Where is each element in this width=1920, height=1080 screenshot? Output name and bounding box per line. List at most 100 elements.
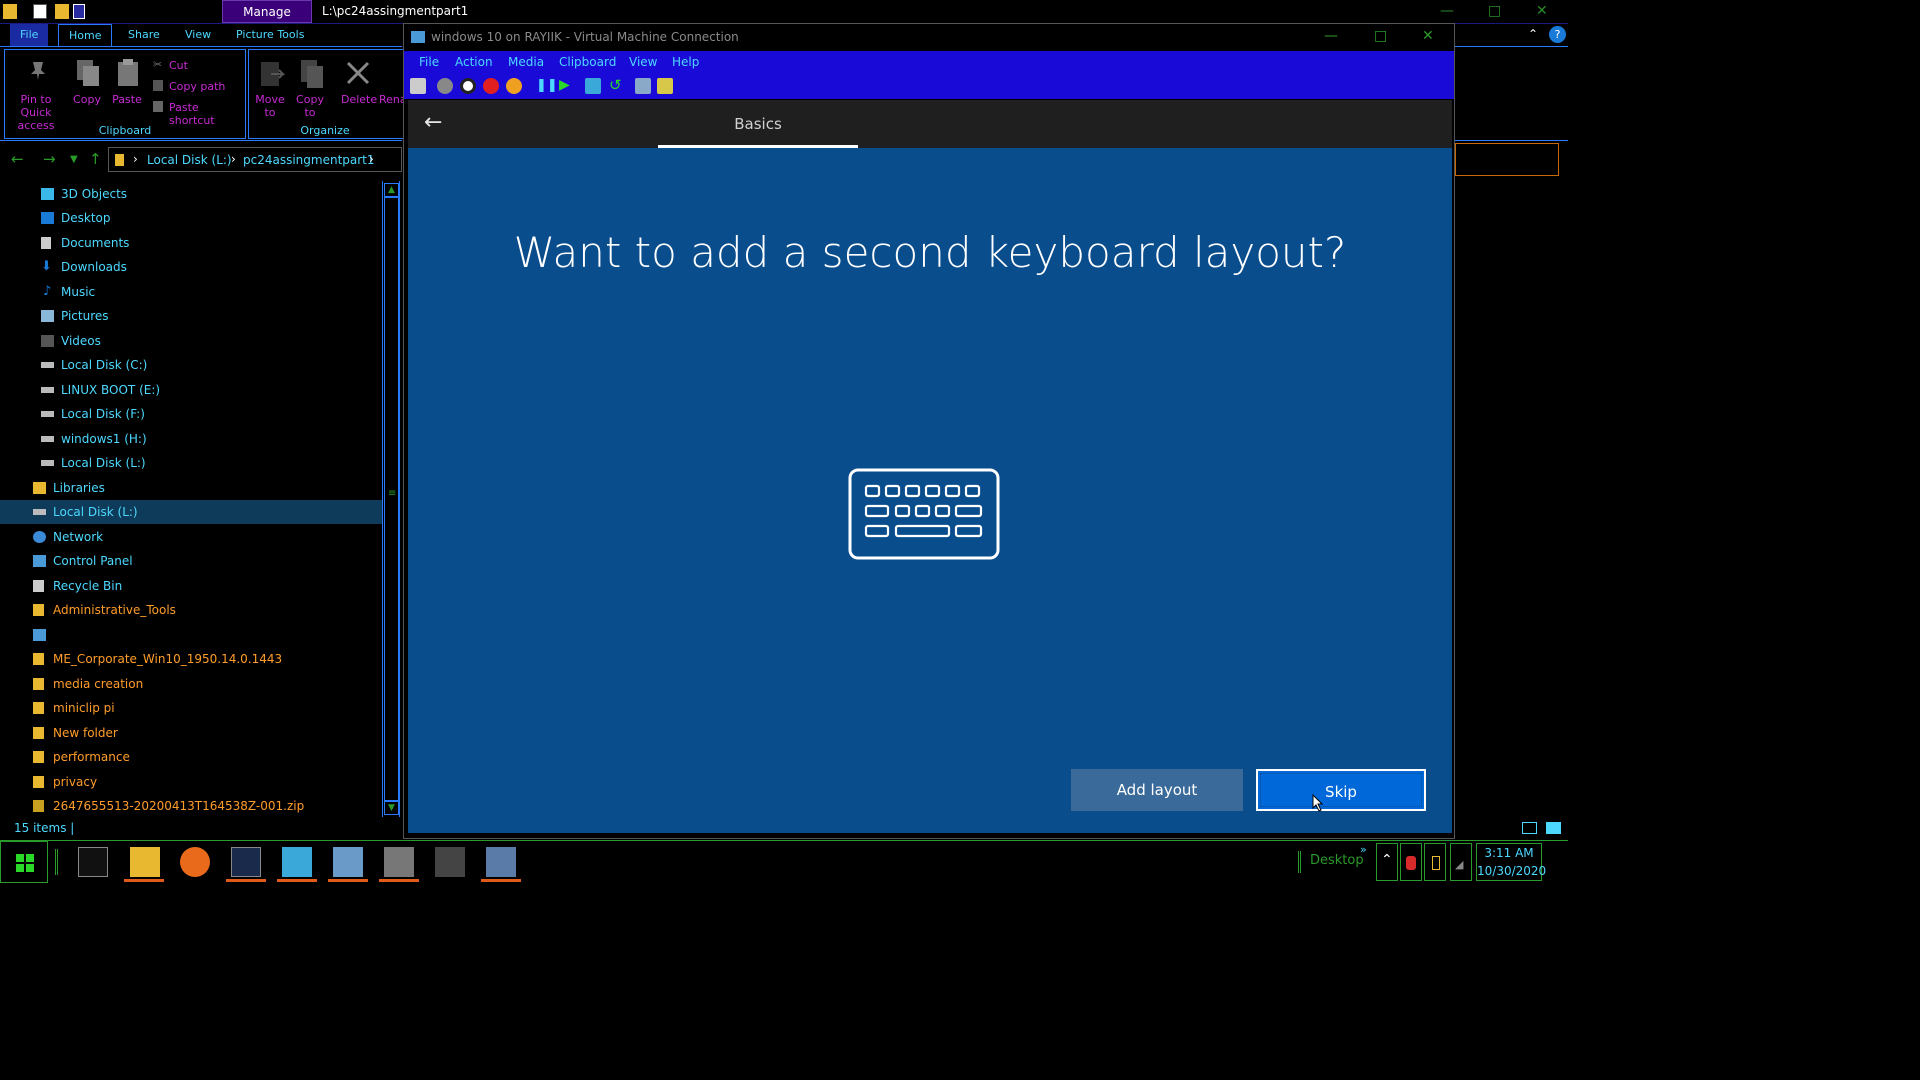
customize-icon[interactable] bbox=[73, 4, 85, 19]
nav-item-zip-file[interactable]: 2647655513-20200413T164538Z-001.zip bbox=[0, 794, 382, 818]
nav-item-recycle-bin[interactable]: Recycle Bin bbox=[0, 574, 382, 598]
nav-item-unnamed[interactable] bbox=[0, 623, 382, 647]
folder-icon[interactable] bbox=[3, 4, 17, 19]
share-icon[interactable] bbox=[657, 78, 673, 94]
antivirus-tray-icon[interactable] bbox=[1400, 843, 1422, 881]
menu-help[interactable]: Help bbox=[672, 55, 699, 69]
move-to-button[interactable]: Move to bbox=[253, 93, 287, 119]
minimize-icon[interactable]: — bbox=[1324, 28, 1338, 44]
nav-item-administrative-tools[interactable]: Administrative_Tools bbox=[0, 598, 382, 622]
breadcrumb-item[interactable]: pc24assingmentpart1 bbox=[243, 153, 375, 167]
turn-off-icon[interactable] bbox=[460, 78, 476, 94]
nav-item-linux-boot-e[interactable]: LINUX BOOT (E:) bbox=[0, 378, 382, 402]
notes-icon[interactable] bbox=[435, 847, 465, 877]
menu-file[interactable]: File bbox=[419, 55, 439, 69]
tab-share[interactable]: Share bbox=[118, 24, 170, 46]
nav-item-libraries[interactable]: Libraries bbox=[0, 476, 382, 500]
nav-item-performance[interactable]: performance bbox=[0, 745, 382, 769]
scroll-thumb[interactable]: ≡ bbox=[384, 197, 399, 801]
copy-to-button[interactable]: Copy to bbox=[293, 93, 327, 119]
forward-icon[interactable]: → bbox=[43, 150, 56, 168]
nav-item-videos[interactable]: Videos bbox=[0, 329, 382, 353]
pause-icon[interactable]: ❚❚ bbox=[536, 78, 558, 93]
delete-button[interactable]: Delete bbox=[341, 93, 377, 106]
tab-home[interactable]: Home bbox=[58, 24, 113, 46]
ctrl-alt-del-icon[interactable] bbox=[410, 78, 426, 94]
nav-item-documents[interactable]: Documents bbox=[0, 231, 382, 255]
minimize-icon[interactable]: — bbox=[1440, 3, 1454, 19]
nav-item-new-folder[interactable]: New folder bbox=[0, 721, 382, 745]
file-explorer-icon[interactable] bbox=[130, 847, 160, 877]
nav-item-privacy[interactable]: privacy bbox=[0, 770, 382, 794]
nav-item-local-disk-l-selected[interactable]: Local Disk (L:) bbox=[0, 500, 382, 524]
new-folder-icon[interactable] bbox=[55, 4, 69, 19]
nav-item-desktop[interactable]: Desktop bbox=[0, 206, 382, 230]
menu-action[interactable]: Action bbox=[455, 55, 493, 69]
menu-clipboard[interactable]: Clipboard bbox=[559, 55, 616, 69]
hyperv-icon[interactable] bbox=[486, 847, 516, 877]
search-box[interactable] bbox=[1455, 143, 1559, 176]
close-icon[interactable]: ✕ bbox=[1422, 28, 1434, 44]
tab-picture-tools[interactable]: Picture Tools bbox=[226, 24, 314, 46]
firefox-icon[interactable] bbox=[180, 847, 210, 877]
nav-item-downloads[interactable]: ⬇ Downloads bbox=[0, 255, 382, 279]
recent-dropdown-icon[interactable]: ▼ bbox=[70, 154, 78, 165]
properties-icon[interactable] bbox=[33, 4, 47, 19]
resume-icon[interactable]: ▶ bbox=[559, 77, 570, 93]
nav-item-me-corporate[interactable]: ME_Corporate_Win10_1950.14.0.1443 bbox=[0, 647, 382, 671]
powershell-icon[interactable] bbox=[231, 847, 261, 877]
nav-item-control-panel[interactable]: Control Panel bbox=[0, 549, 382, 573]
details-view-icon[interactable] bbox=[1522, 822, 1537, 834]
nav-item-miniclip-pi[interactable]: miniclip pi bbox=[0, 696, 382, 720]
checkpoint-icon[interactable] bbox=[585, 78, 601, 94]
help-icon[interactable]: ? bbox=[1549, 26, 1566, 43]
enhanced-session-icon[interactable] bbox=[635, 78, 651, 94]
nav-item-network[interactable]: Network bbox=[0, 525, 382, 549]
nav-item-windows1-h[interactable]: windows1 (H:) bbox=[0, 427, 382, 451]
save-icon[interactable] bbox=[506, 78, 522, 94]
nav-item-music[interactable]: ♪ Music bbox=[0, 280, 382, 304]
start-button[interactable] bbox=[0, 841, 48, 883]
scroll-up-icon[interactable]: ▲ bbox=[384, 183, 399, 197]
show-hidden-icons-icon[interactable]: ⌃ bbox=[1376, 843, 1398, 881]
nav-item-pictures[interactable]: Pictures bbox=[0, 304, 382, 328]
up-icon[interactable]: ↑ bbox=[89, 150, 102, 168]
clock[interactable]: 3:11 AM 10/30/2020 bbox=[1476, 843, 1546, 881]
nav-item-local-disk-l[interactable]: Local Disk (L:) bbox=[0, 451, 382, 475]
terminal-icon[interactable] bbox=[78, 847, 108, 877]
collapse-ribbon-icon[interactable]: ⌃ bbox=[1528, 27, 1538, 41]
cut-button[interactable]: Cut bbox=[169, 59, 188, 72]
maximize-icon[interactable]: □ bbox=[1488, 3, 1501, 19]
add-layout-button[interactable]: Add layout bbox=[1071, 769, 1243, 811]
nav-item-local-disk-f[interactable]: Local Disk (F:) bbox=[0, 402, 382, 426]
breadcrumb-item[interactable]: Local Disk (L:) bbox=[147, 153, 232, 167]
manage-tab[interactable]: Manage bbox=[222, 0, 312, 23]
skip-button[interactable]: Skip bbox=[1256, 769, 1426, 811]
nav-scrollbar[interactable]: ▲ ≡ ▼ bbox=[382, 181, 400, 817]
maximize-icon[interactable]: □ bbox=[1374, 28, 1387, 44]
rename-button[interactable]: Rena bbox=[379, 93, 403, 106]
menu-view[interactable]: View bbox=[629, 55, 657, 69]
nav-item-local-disk-c[interactable]: Local Disk (C:) bbox=[0, 353, 382, 377]
back-icon[interactable]: ← bbox=[11, 150, 24, 168]
address-input[interactable]: › Local Disk (L:) › pc24assingmentpart1 … bbox=[108, 147, 402, 172]
start-icon[interactable] bbox=[437, 78, 453, 94]
paste-button[interactable]: Paste bbox=[111, 93, 143, 106]
close-icon[interactable]: ✕ bbox=[1536, 3, 1548, 19]
usb-tray-icon[interactable] bbox=[1424, 843, 1446, 881]
tab-view[interactable]: View bbox=[175, 24, 221, 46]
copy-path-button[interactable]: Copy path bbox=[169, 80, 225, 93]
server-icon[interactable] bbox=[384, 847, 414, 877]
nav-item-3d-objects[interactable]: 3D Objects bbox=[0, 182, 382, 206]
network-tray-icon[interactable]: ◢ bbox=[1450, 843, 1472, 881]
revert-icon[interactable]: ↺ bbox=[609, 76, 622, 94]
menu-media[interactable]: Media bbox=[508, 55, 544, 69]
network-app-icon[interactable] bbox=[333, 847, 363, 877]
expand-toolbar-icon[interactable]: » bbox=[1360, 843, 1367, 856]
large-icons-view-icon[interactable] bbox=[1546, 822, 1561, 834]
copy-button[interactable]: Copy bbox=[71, 93, 103, 106]
shutdown-icon[interactable] bbox=[483, 78, 499, 94]
tab-file[interactable]: File bbox=[10, 24, 49, 46]
desktop-toolbar[interactable]: Desktop bbox=[1310, 853, 1364, 868]
nav-item-media-creation[interactable]: media creation bbox=[0, 672, 382, 696]
